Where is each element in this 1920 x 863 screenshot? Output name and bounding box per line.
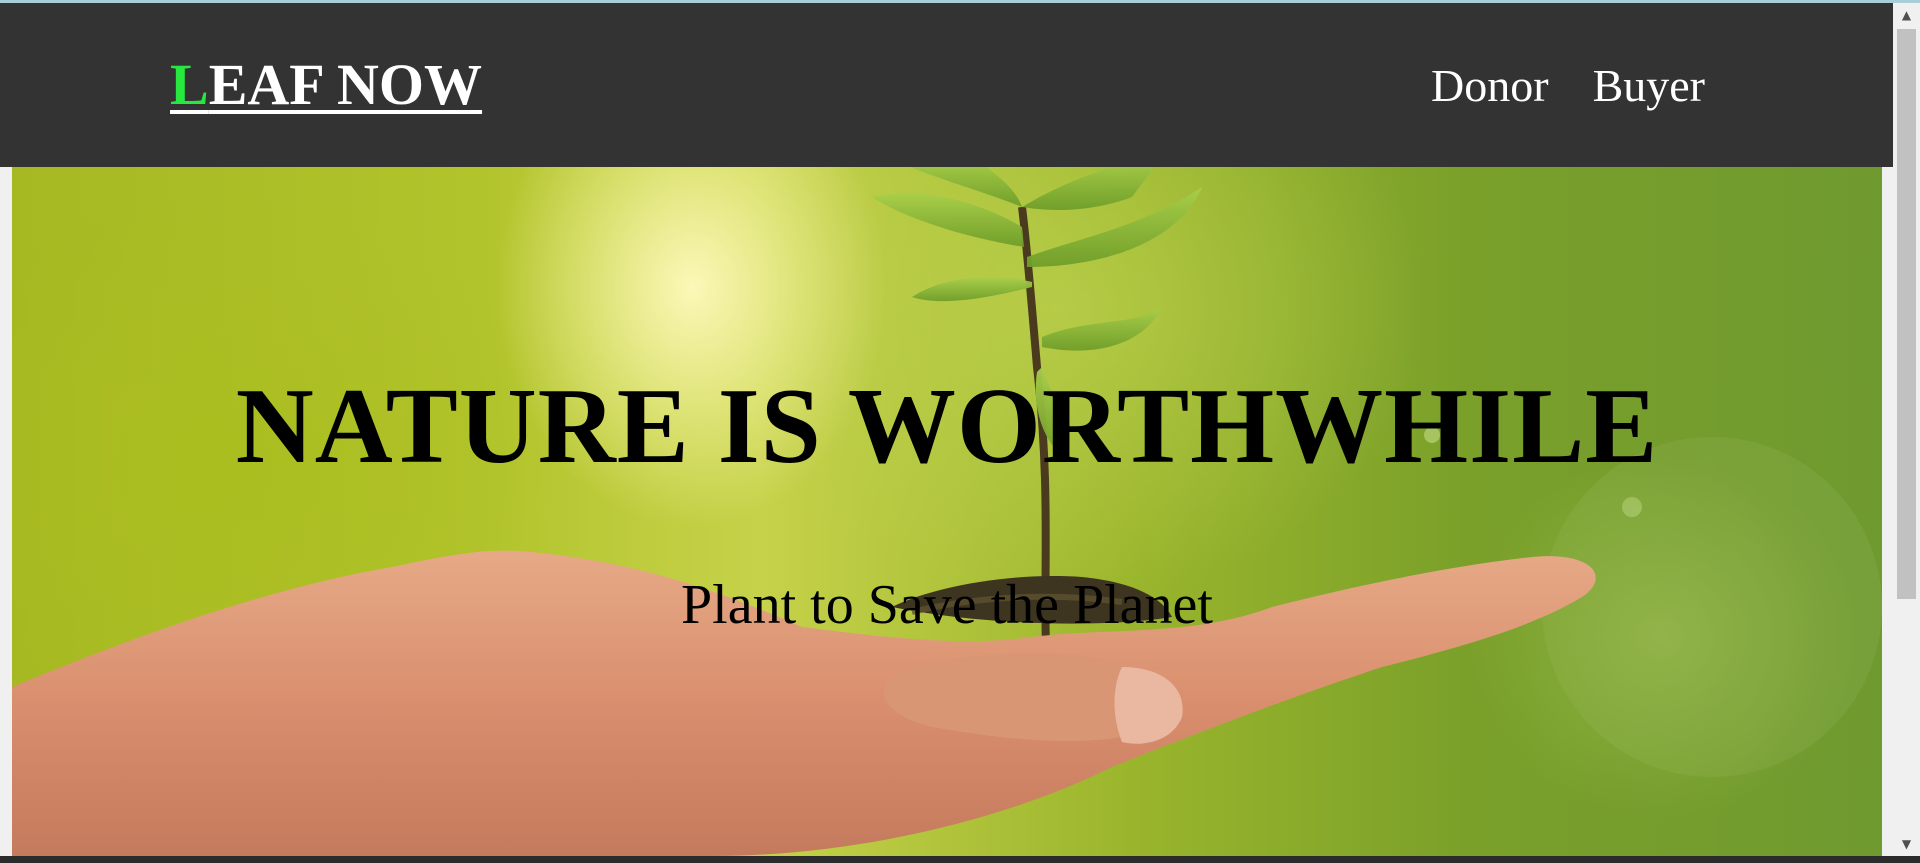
hero-image	[12, 167, 1882, 856]
nav-link-donor[interactable]: Donor	[1431, 59, 1549, 112]
scroll-up-arrow-icon[interactable]: ▲	[1893, 3, 1920, 27]
hero-title: NATURE IS WORTHWHILE	[235, 367, 1659, 487]
navbar: LEAF NOW Donor Buyer	[0, 3, 1893, 167]
scroll-thumb[interactable]	[1897, 29, 1916, 599]
nav-links: Donor Buyer	[1431, 59, 1705, 112]
hero-banner: NATURE IS WORTHWHILE Plant to Save the P…	[12, 167, 1882, 856]
nav-link-buyer[interactable]: Buyer	[1593, 59, 1705, 112]
page: LEAF NOW Donor Buyer NATURE IS WORTHWHIL…	[0, 0, 1920, 863]
logo-first-letter: L	[170, 52, 209, 117]
window-bottom-edge	[0, 856, 1920, 863]
logo-text: EAF NOW	[208, 52, 483, 117]
scroll-down-arrow-icon[interactable]: ▼	[1893, 832, 1920, 856]
vertical-scrollbar[interactable]: ▲ ▼	[1893, 3, 1920, 856]
hero-subtitle: Plant to Save the Planet	[681, 574, 1213, 636]
site-logo[interactable]: LEAF NOW	[170, 51, 482, 118]
